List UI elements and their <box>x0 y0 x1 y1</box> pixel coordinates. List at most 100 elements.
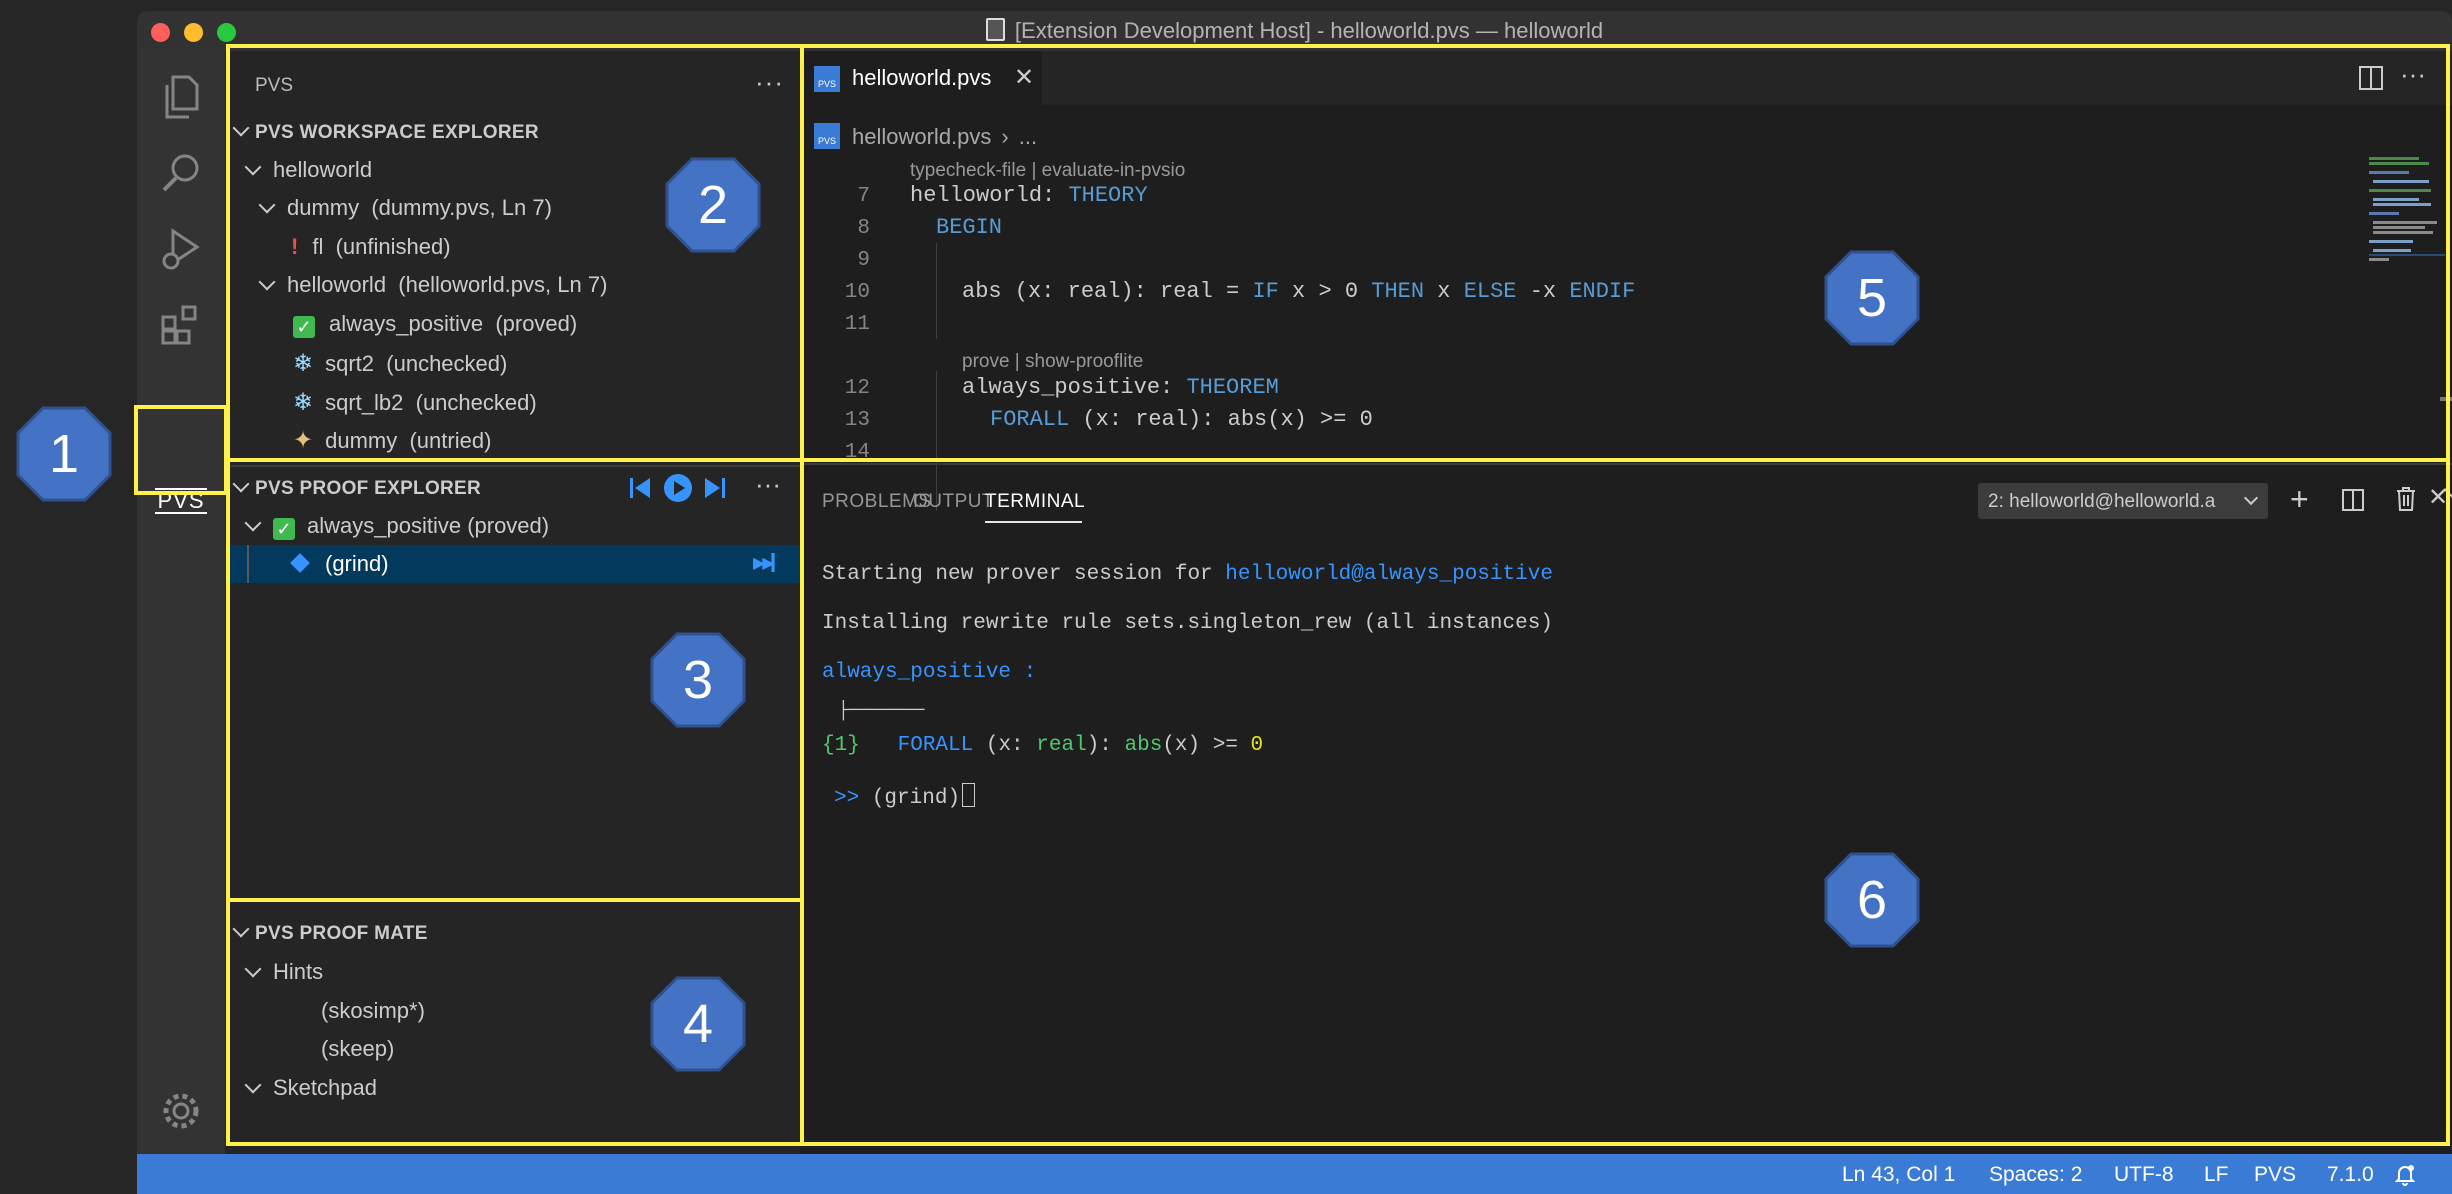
status-cursor-position[interactable]: Ln 43, Col 1 <box>1842 1163 1955 1187</box>
line-number: 9 <box>857 249 870 272</box>
split-editor-icon[interactable] <box>2358 65 2384 96</box>
callout-5: 5 <box>1822 248 1922 348</box>
tree-item-detail: (unchecked) <box>415 390 537 415</box>
tree-item-sketchpad[interactable]: Sketchpad <box>244 1075 377 1101</box>
code-editor[interactable]: typecheck-file | evaluate-in-pvsio 7 hel… <box>800 151 2360 511</box>
tree-item-detail: (untried) <box>409 428 492 453</box>
keyword: THEOREM <box>1186 375 1279 400</box>
hints-label: Hints <box>273 959 324 984</box>
code-lens-typecheck[interactable]: typecheck-file | evaluate-in-pvsio <box>910 160 1185 182</box>
snowflake-icon: ❄ <box>293 389 314 416</box>
keyword: THEORY <box>1068 183 1148 208</box>
minimap[interactable] <box>2365 155 2445 315</box>
step-forward-icon[interactable] <box>703 475 727 506</box>
hint-item[interactable]: (skosimp*) <box>321 998 425 1024</box>
tree-item-helloworld-folder[interactable]: helloworld <box>244 157 372 183</box>
terminal-text: Installing rewrite rule sets.singleton_r… <box>822 612 1553 635</box>
status-version[interactable]: 7.1.0 <box>2327 1163 2374 1187</box>
trash-icon[interactable] <box>2394 486 2418 517</box>
new-terminal-icon[interactable]: + <box>2290 481 2309 518</box>
code-line-10: abs (x: real): real = IF x > 0 THEN x EL… <box>962 279 1635 311</box>
checkmark-icon: ✓ <box>293 316 315 338</box>
split-terminal-icon[interactable] <box>2341 488 2365 517</box>
pvs-icon[interactable]: PVS <box>137 463 225 539</box>
close-tab-icon[interactable]: ✕ <box>1014 63 1034 92</box>
run-debug-icon[interactable] <box>137 211 225 287</box>
tab-helloworld-pvs[interactable]: PVS helloworld.pvs ✕ <box>800 51 1042 105</box>
vscode-window: [Extension Development Host] - helloworl… <box>137 11 2452 1194</box>
more-actions-icon[interactable]: ··· <box>755 67 784 98</box>
proof-more-actions-icon[interactable]: ··· <box>755 469 781 500</box>
editor-more-actions-icon[interactable]: ··· <box>2400 59 2426 90</box>
terminal-text: ): <box>1086 734 1125 757</box>
tree-item-sqrt-lb2[interactable]: ❄ sqrt_lb2 (unchecked) <box>293 388 537 417</box>
tree-item-helloworld-theory[interactable]: helloworld (helloworld.pvs, Ln 7) <box>258 272 608 298</box>
tree-item-hints[interactable]: Hints <box>244 959 324 985</box>
play-icon[interactable] <box>663 473 693 508</box>
tree-item-label: helloworld <box>287 272 387 297</box>
step-back-icon[interactable] <box>628 475 652 506</box>
proof-mate-header[interactable]: PVS PROOF MATE <box>232 920 428 945</box>
status-eol[interactable]: LF <box>2204 1163 2229 1187</box>
explorer-icon[interactable] <box>137 59 225 135</box>
sidebar-title: PVS <box>255 75 294 96</box>
terminal-output[interactable]: Starting new prover session for hellowor… <box>800 541 2452 1141</box>
bell-icon[interactable] <box>2394 1164 2416 1192</box>
breadcrumb-more: ... <box>1018 124 1038 149</box>
scrollbar-indicator[interactable] <box>2440 397 2452 401</box>
keyword: ELSE <box>1463 279 1517 304</box>
tree-item-detail: (unfinished) <box>335 234 451 259</box>
breadcrumb[interactable]: helloworld.pvs ›... <box>852 124 1037 150</box>
proof-selected-row[interactable]: (grind) ▶▶▎ <box>225 545 800 583</box>
keyword: BEGIN <box>936 215 1003 240</box>
fast-forward-icon[interactable]: ▶▶▎ <box>753 553 784 573</box>
turnstile: ├─────── <box>838 701 925 721</box>
workspace-explorer-header[interactable]: PVS WORKSPACE EXPLORER <box>232 119 539 144</box>
search-icon[interactable] <box>137 135 225 211</box>
divider <box>225 465 800 467</box>
line-number: 11 <box>844 313 870 336</box>
keyword: FORALL <box>897 734 974 757</box>
panel-divider <box>800 463 2452 465</box>
gear-icon[interactable] <box>137 1073 225 1149</box>
proof-explorer-header[interactable]: PVS PROOF EXPLORER <box>232 475 481 500</box>
tree-item-detail: (helloworld.pvs, Ln 7) <box>398 272 608 297</box>
active-tab-underline <box>985 521 1082 523</box>
breadcrumb-file: helloworld.pvs <box>852 124 992 149</box>
title-bar: [Extension Development Host] - helloworl… <box>137 11 2452 51</box>
close-panel-icon[interactable]: ✕ <box>2428 483 2448 512</box>
indent-guide <box>247 545 249 583</box>
status-language[interactable]: PVS <box>2254 1163 2296 1187</box>
tab-terminal[interactable]: TERMINAL <box>985 491 1085 513</box>
line-number: 7 <box>857 185 870 208</box>
callout-2: 2 <box>663 155 763 255</box>
window-title: [Extension Development Host] - helloworl… <box>137 11 2452 51</box>
pvs-file-icon: PVS <box>814 66 840 92</box>
status-indentation[interactable]: Spaces: 2 <box>1989 1163 2082 1187</box>
chevron-down-icon <box>258 273 276 291</box>
extensions-icon[interactable] <box>137 287 225 363</box>
callout-number: 4 <box>682 994 714 1054</box>
code-text: (x: real): abs(x) >= 0 <box>1069 407 1373 432</box>
tree-item-dummy-theory[interactable]: dummy (dummy.pvs, Ln 7) <box>258 195 552 221</box>
hint-item[interactable]: (skeep) <box>321 1036 394 1062</box>
terminal-selector[interactable]: 2: helloworld@helloworld.a <box>1978 483 2268 519</box>
chevron-down-icon <box>244 1076 262 1094</box>
tree-item-dummy-formula[interactable]: ✦ dummy (untried) <box>293 426 491 455</box>
tree-item-sqrt2[interactable]: ❄ sqrt2 (unchecked) <box>293 349 507 378</box>
tree-item-fl[interactable]: ! fl (unfinished) <box>291 234 451 260</box>
type-name: real <box>1036 734 1087 757</box>
terminal-formula-name: always_positive : <box>822 661 1037 684</box>
callout-number: 2 <box>697 175 729 235</box>
tab-output[interactable]: OUTPUT <box>913 491 994 513</box>
tree-item-always-positive[interactable]: ✓ always_positive (proved) <box>293 311 577 338</box>
status-encoding[interactable]: UTF-8 <box>2114 1163 2174 1187</box>
tree-item-detail: (dummy.pvs, Ln 7) <box>371 195 552 220</box>
callout-1: 1 <box>14 404 114 504</box>
code-lens-prove[interactable]: prove | show-prooflite <box>962 351 1143 373</box>
proof-root-item[interactable]: ✓ always_positive (proved) <box>244 513 549 540</box>
function-name: abs <box>1124 734 1163 757</box>
terminal-cursor <box>962 783 976 807</box>
chevron-down-icon <box>244 960 262 978</box>
code-text: x > 0 <box>1278 279 1372 304</box>
